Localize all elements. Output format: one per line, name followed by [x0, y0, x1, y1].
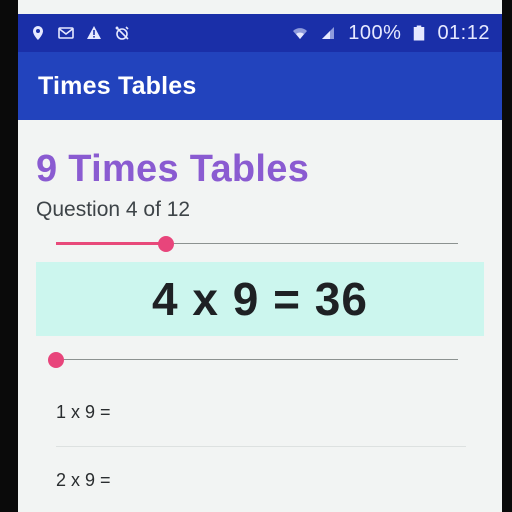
warning-icon	[87, 26, 101, 39]
alarm-off-icon	[115, 26, 129, 40]
row-divider	[56, 446, 466, 447]
app-title: Times Tables	[38, 71, 197, 100]
page-title: 9 Times Tables	[36, 148, 310, 190]
question-row[interactable]: 2 x 9 =	[56, 470, 111, 491]
answer-slider-track	[56, 359, 458, 360]
answer-display: 4 x 9 = 36	[36, 262, 484, 336]
phone-screen: 100% 01:12 Times Tables 9 Times Tables Q…	[18, 0, 502, 512]
status-left-icons	[30, 25, 130, 41]
answer-slider[interactable]	[48, 348, 458, 372]
progress-slider-fill	[56, 242, 166, 245]
battery-percent: 100%	[348, 21, 402, 44]
progress-slider[interactable]	[56, 232, 458, 256]
status-bar: 100% 01:12	[18, 14, 502, 52]
app-bar: Times Tables	[18, 52, 502, 120]
signal-icon	[322, 27, 335, 39]
question-counter: Question 4 of 12	[36, 198, 191, 221]
status-right-icons: 100% 01:12	[292, 22, 490, 45]
wifi-icon	[293, 28, 308, 39]
clock: 01:12	[437, 21, 490, 44]
mail-icon	[58, 27, 74, 39]
question-row[interactable]: 1 x 9 =	[56, 402, 111, 423]
location-icon	[33, 26, 43, 40]
battery-icon	[414, 25, 425, 41]
main-content: 9 Times Tables Question 4 of 12 4 x 9 = …	[18, 120, 502, 512]
progress-slider-thumb[interactable]	[157, 236, 174, 252]
answer-slider-thumb[interactable]	[48, 352, 64, 368]
answer-text: 4 x 9 = 36	[152, 273, 368, 325]
